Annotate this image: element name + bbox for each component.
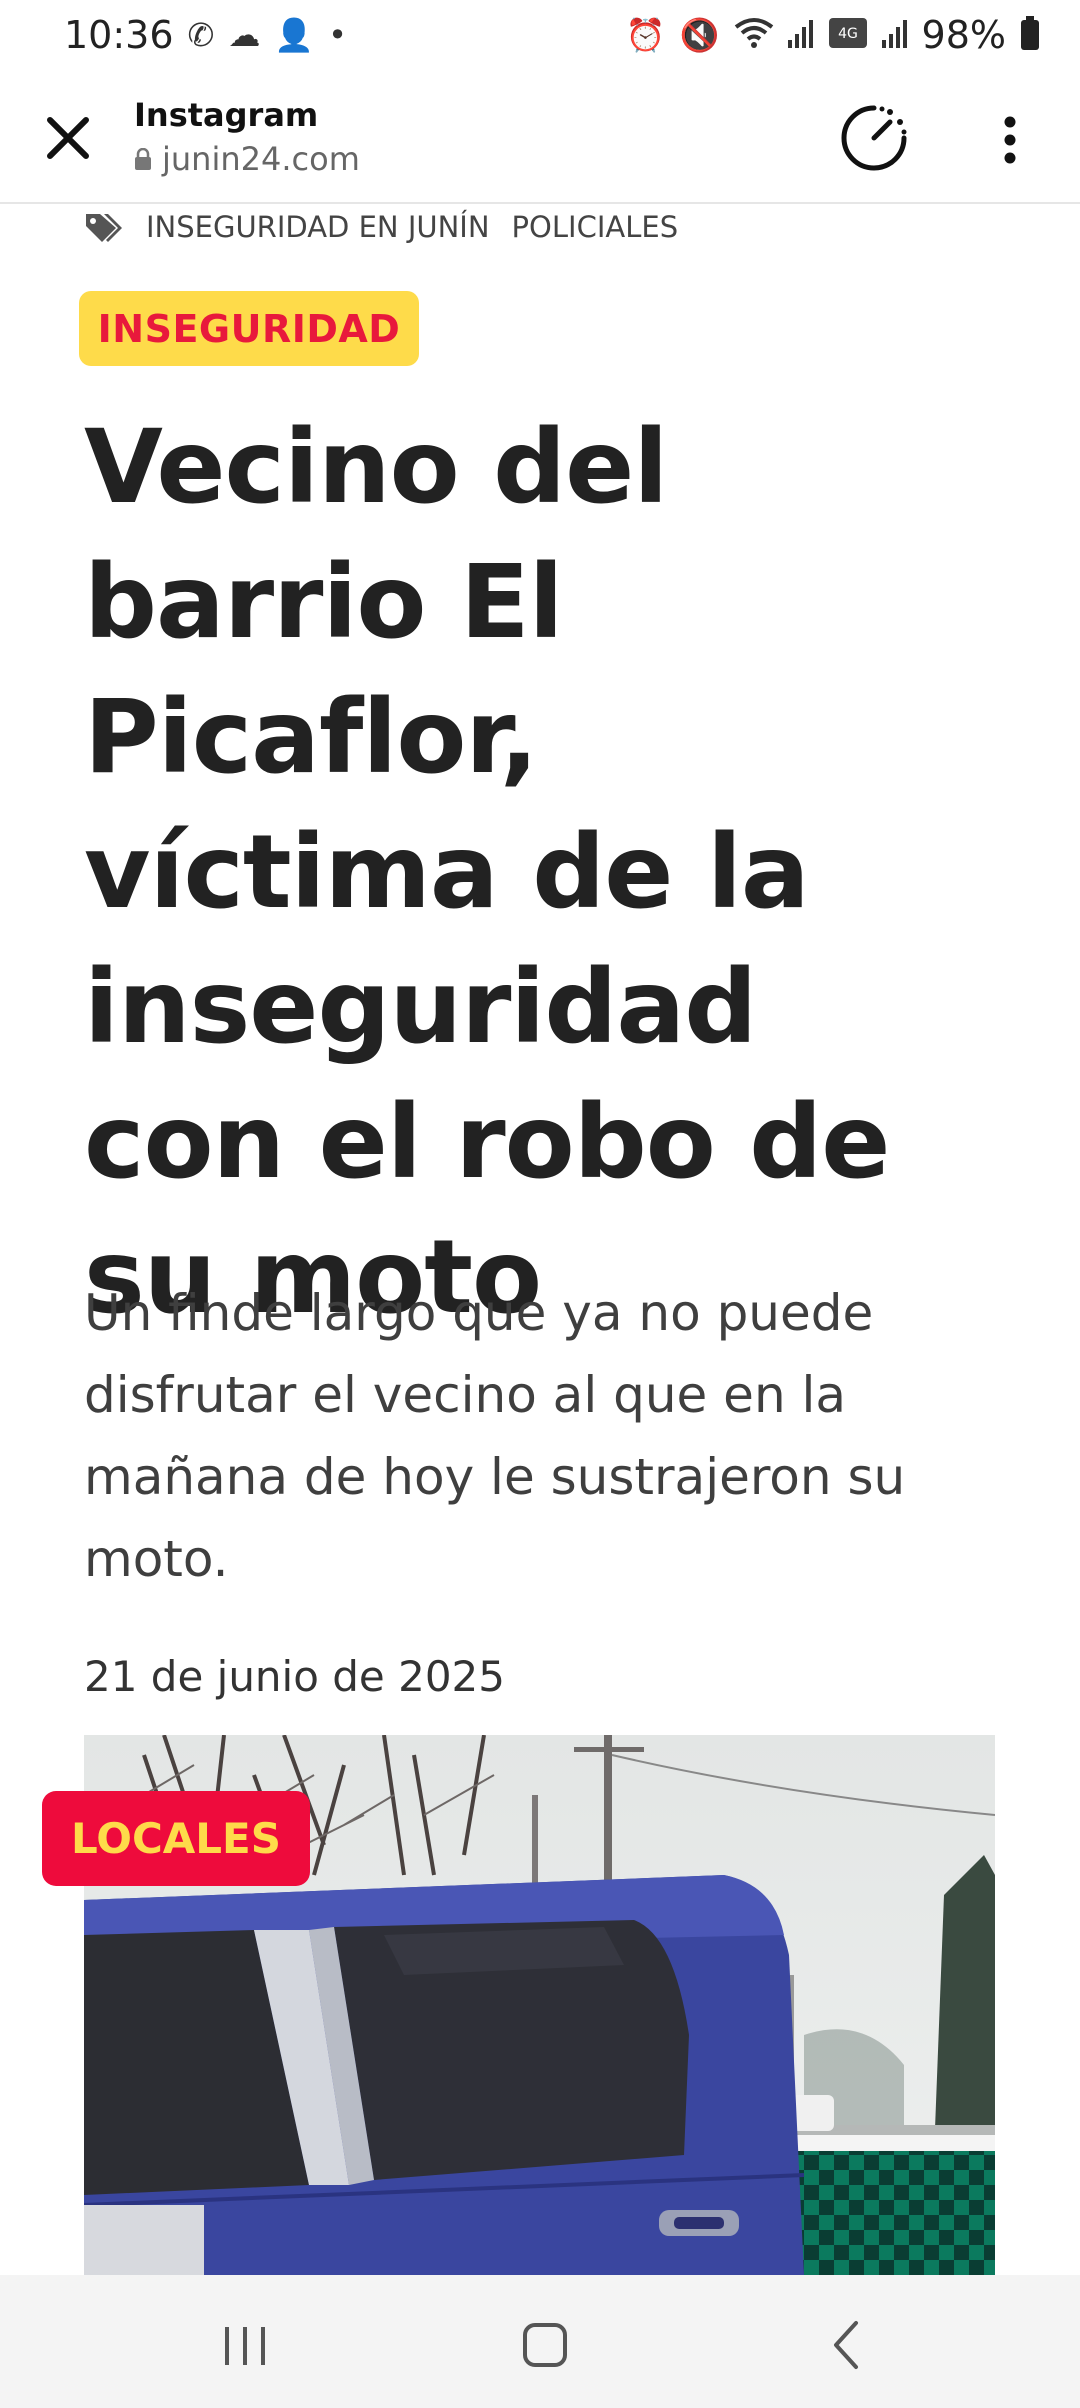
back-icon[interactable] xyxy=(818,2315,878,2375)
home-icon[interactable] xyxy=(515,2315,575,2375)
recent-apps-icon[interactable] xyxy=(215,2315,275,2375)
tag-icon xyxy=(86,214,122,242)
battery-percent: 98% xyxy=(921,13,1006,57)
toolbar-title: Instagram xyxy=(134,96,319,134)
more-options-icon[interactable] xyxy=(990,110,1030,170)
url-display[interactable]: junin24.com xyxy=(134,140,360,178)
signal-icon xyxy=(787,18,814,53)
alarm-icon: ⏰ xyxy=(625,16,666,54)
status-right: ⏰ 🔇 4G 98% xyxy=(626,13,1040,57)
wifi-icon xyxy=(734,17,774,54)
status-left: 10:36 ✆ ☁ 👤 • xyxy=(64,13,347,57)
custom-tab-toolbar: Instagram junin24.com xyxy=(0,80,1080,204)
article-subtitle: Un finde largo que ya no puede disfrutar… xyxy=(84,1284,906,1588)
svg-text:4G: 4G xyxy=(838,26,858,42)
toolbar-titles: Instagram junin24.com xyxy=(134,96,360,178)
whatsapp-icon: ✆ xyxy=(187,16,215,54)
tag-link[interactable]: INSEGURIDAD EN JUNÍN xyxy=(146,210,490,244)
article-tags: INSEGURIDAD EN JUNÍN POLICIALES xyxy=(84,210,678,244)
battery-icon xyxy=(1020,15,1040,55)
category-label: INSEGURIDAD xyxy=(97,306,401,351)
status-bar: 10:36 ✆ ☁ 👤 • ⏰ 🔇 4G 98% xyxy=(0,0,1080,70)
image-category-badge[interactable]: LOCALES xyxy=(42,1791,310,1886)
image-category-label: LOCALES xyxy=(71,1814,281,1863)
volte-icon: 4G xyxy=(828,17,868,54)
category-pill[interactable]: INSEGURIDAD xyxy=(79,291,419,366)
speedometer-icon[interactable] xyxy=(838,102,910,174)
cloud-icon: ☁ xyxy=(228,16,261,54)
article-date: 21 de junio de 2025 xyxy=(84,1652,506,1701)
dot-icon: • xyxy=(328,16,348,54)
status-time: 10:36 xyxy=(64,13,174,57)
system-navigation-bar xyxy=(0,2275,1080,2408)
lock-icon xyxy=(135,148,151,170)
url-text: junin24.com xyxy=(162,140,360,178)
signal-icon xyxy=(881,18,908,53)
article-headline: Vecino del barrio El Picaflor, víctima d… xyxy=(84,408,891,1337)
mute-icon: 🔇 xyxy=(679,16,720,54)
tag-link[interactable]: POLICIALES xyxy=(512,210,679,244)
add-user-icon: 👤 xyxy=(274,16,315,54)
close-icon[interactable] xyxy=(40,110,96,166)
